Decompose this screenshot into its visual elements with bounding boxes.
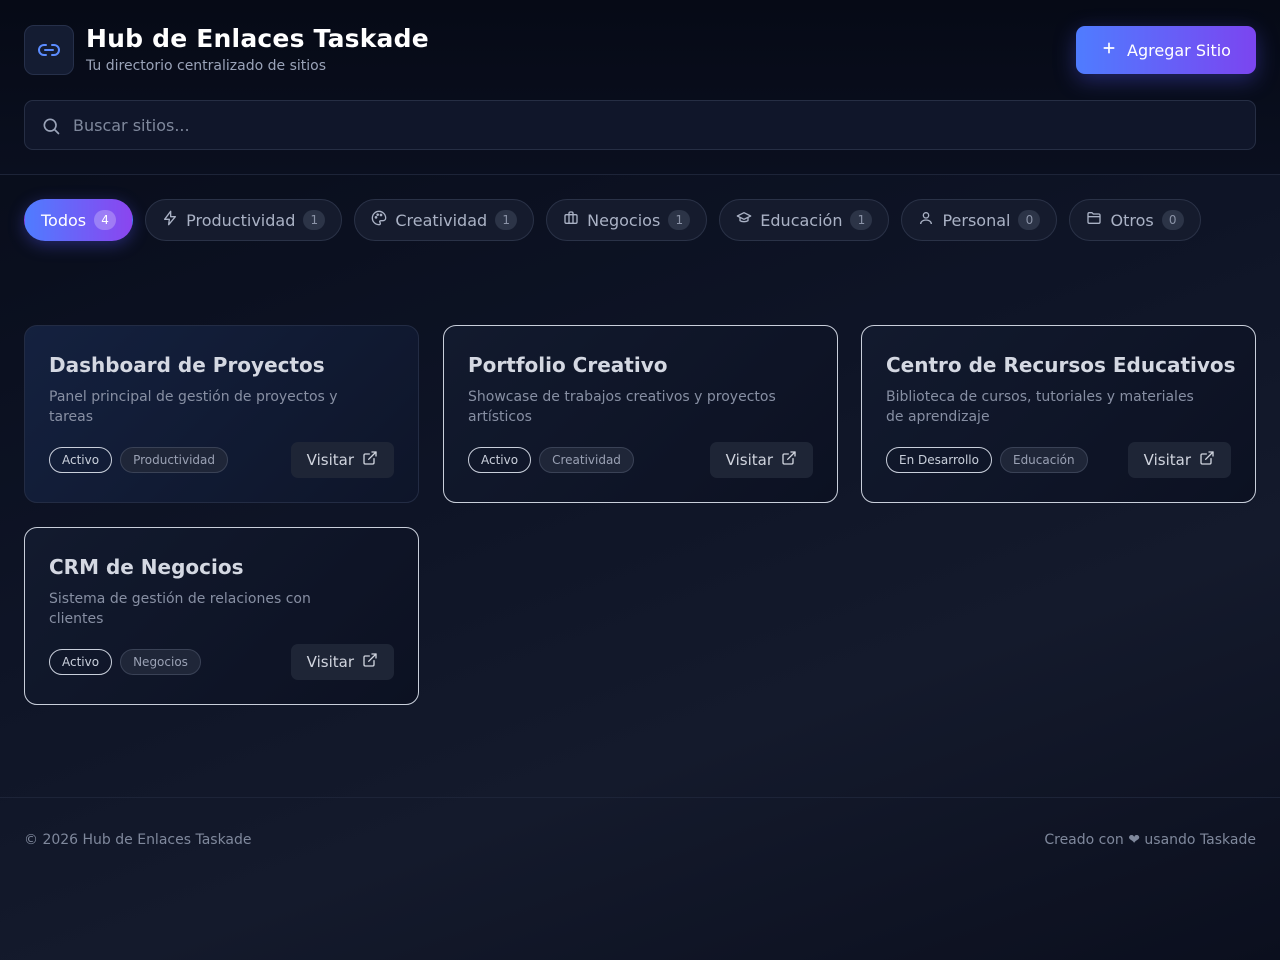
external-link-icon — [362, 652, 378, 672]
filter-label: Productividad — [186, 210, 296, 230]
card-tags: Activo Negocios — [49, 649, 201, 675]
external-link-icon — [781, 450, 797, 470]
site-card: Dashboard de Proyectos Panel principal d… — [24, 325, 419, 503]
card-title: Centro de Recursos Educativos — [886, 353, 1236, 377]
card-tags: En Desarrollo Educación — [886, 447, 1088, 473]
credit-text: Creado con ❤ usando Taskade — [1044, 832, 1256, 848]
page-subtitle: Tu directorio centralizado de sitios — [86, 58, 326, 74]
category-badge: Productividad — [120, 447, 228, 473]
filter-label: Negocios — [587, 210, 661, 230]
filter-productividad[interactable]: Productividad 1 — [145, 199, 343, 241]
card-title: Dashboard de Proyectos — [49, 353, 325, 377]
visit-button[interactable]: Visitar — [290, 442, 394, 478]
search-bar — [24, 100, 1256, 150]
card-description: Biblioteca de cursos, tutoriales y mater… — [886, 389, 1194, 425]
visit-button[interactable]: Visitar — [290, 644, 394, 680]
visit-button[interactable]: Visitar — [709, 442, 813, 478]
plus-icon — [1101, 40, 1117, 60]
filter-count: 0 — [1161, 210, 1184, 230]
app-header: Hub de Enlaces Taskade Tu directorio cen… — [0, 0, 1280, 175]
visit-label: Visitar — [1143, 451, 1191, 469]
site-card: CRM de Negocios Sistema de gestión de re… — [24, 527, 419, 705]
status-badge: Activo — [49, 447, 113, 473]
filter-count: 1 — [850, 210, 873, 230]
filter-educacion[interactable]: Educación 1 — [719, 199, 890, 241]
external-link-icon — [362, 450, 378, 470]
visit-label: Visitar — [725, 451, 773, 469]
app-footer: © 2026 Hub de Enlaces Taskade Creado con… — [0, 797, 1280, 882]
category-badge: Educación — [999, 447, 1088, 473]
filter-creatividad[interactable]: Creatividad 1 — [354, 199, 535, 241]
search-input[interactable] — [73, 101, 1243, 149]
filter-count: 4 — [94, 210, 117, 230]
card-description: Showcase de trabajos creativos y proyect… — [468, 389, 776, 425]
site-card: Portfolio Creativo Showcase de trabajos … — [443, 325, 838, 503]
filter-todos[interactable]: Todos 4 — [24, 199, 134, 241]
add-site-button[interactable]: Agregar Sitio — [1076, 26, 1256, 74]
filter-count: 1 — [303, 210, 326, 230]
filter-label: Personal — [942, 210, 1011, 230]
folder-icon — [1086, 210, 1102, 230]
card-description: Panel principal de gestión de proyectos … — [49, 389, 338, 425]
filter-count: 1 — [668, 210, 691, 230]
page-title: Hub de Enlaces Taskade — [86, 24, 429, 53]
card-description: Sistema de gestión de relaciones con cli… — [49, 591, 311, 627]
filter-label: Todos — [41, 210, 87, 230]
filter-personal[interactable]: Personal 0 — [901, 199, 1058, 241]
filter-label: Educación — [760, 210, 843, 230]
card-title: CRM de Negocios — [49, 555, 244, 579]
card-tags: Activo Creatividad — [468, 447, 634, 473]
card-title: Portfolio Creativo — [468, 353, 668, 377]
filter-count: 0 — [1018, 210, 1041, 230]
external-link-icon — [1199, 450, 1215, 470]
add-site-label: Agregar Sitio — [1127, 40, 1231, 60]
visit-label: Visitar — [306, 451, 354, 469]
visit-label: Visitar — [306, 653, 354, 671]
link-icon — [24, 25, 74, 75]
category-filters: Todos 4 Productividad 1 Creatividad 1 Ne… — [24, 199, 1201, 241]
lightning-icon — [162, 210, 178, 230]
filter-label: Creatividad — [395, 210, 488, 230]
copyright-text: © 2026 Hub de Enlaces Taskade — [24, 832, 252, 848]
visit-button[interactable]: Visitar — [1127, 442, 1231, 478]
card-tags: Activo Productividad — [49, 447, 228, 473]
filter-count: 1 — [495, 210, 518, 230]
search-icon — [41, 116, 61, 140]
palette-icon — [371, 210, 387, 230]
user-icon — [918, 210, 934, 230]
status-badge: En Desarrollo — [886, 447, 992, 473]
status-badge: Activo — [49, 649, 113, 675]
graduation-cap-icon — [736, 210, 752, 230]
status-badge: Activo — [468, 447, 532, 473]
briefcase-icon — [563, 210, 579, 230]
category-badge: Creatividad — [539, 447, 634, 473]
filter-label: Otros — [1110, 210, 1154, 230]
filter-otros[interactable]: Otros 0 — [1069, 199, 1201, 241]
category-badge: Negocios — [120, 649, 201, 675]
filter-negocios[interactable]: Negocios 1 — [546, 199, 708, 241]
site-card: Centro de Recursos Educativos Biblioteca… — [861, 325, 1256, 503]
